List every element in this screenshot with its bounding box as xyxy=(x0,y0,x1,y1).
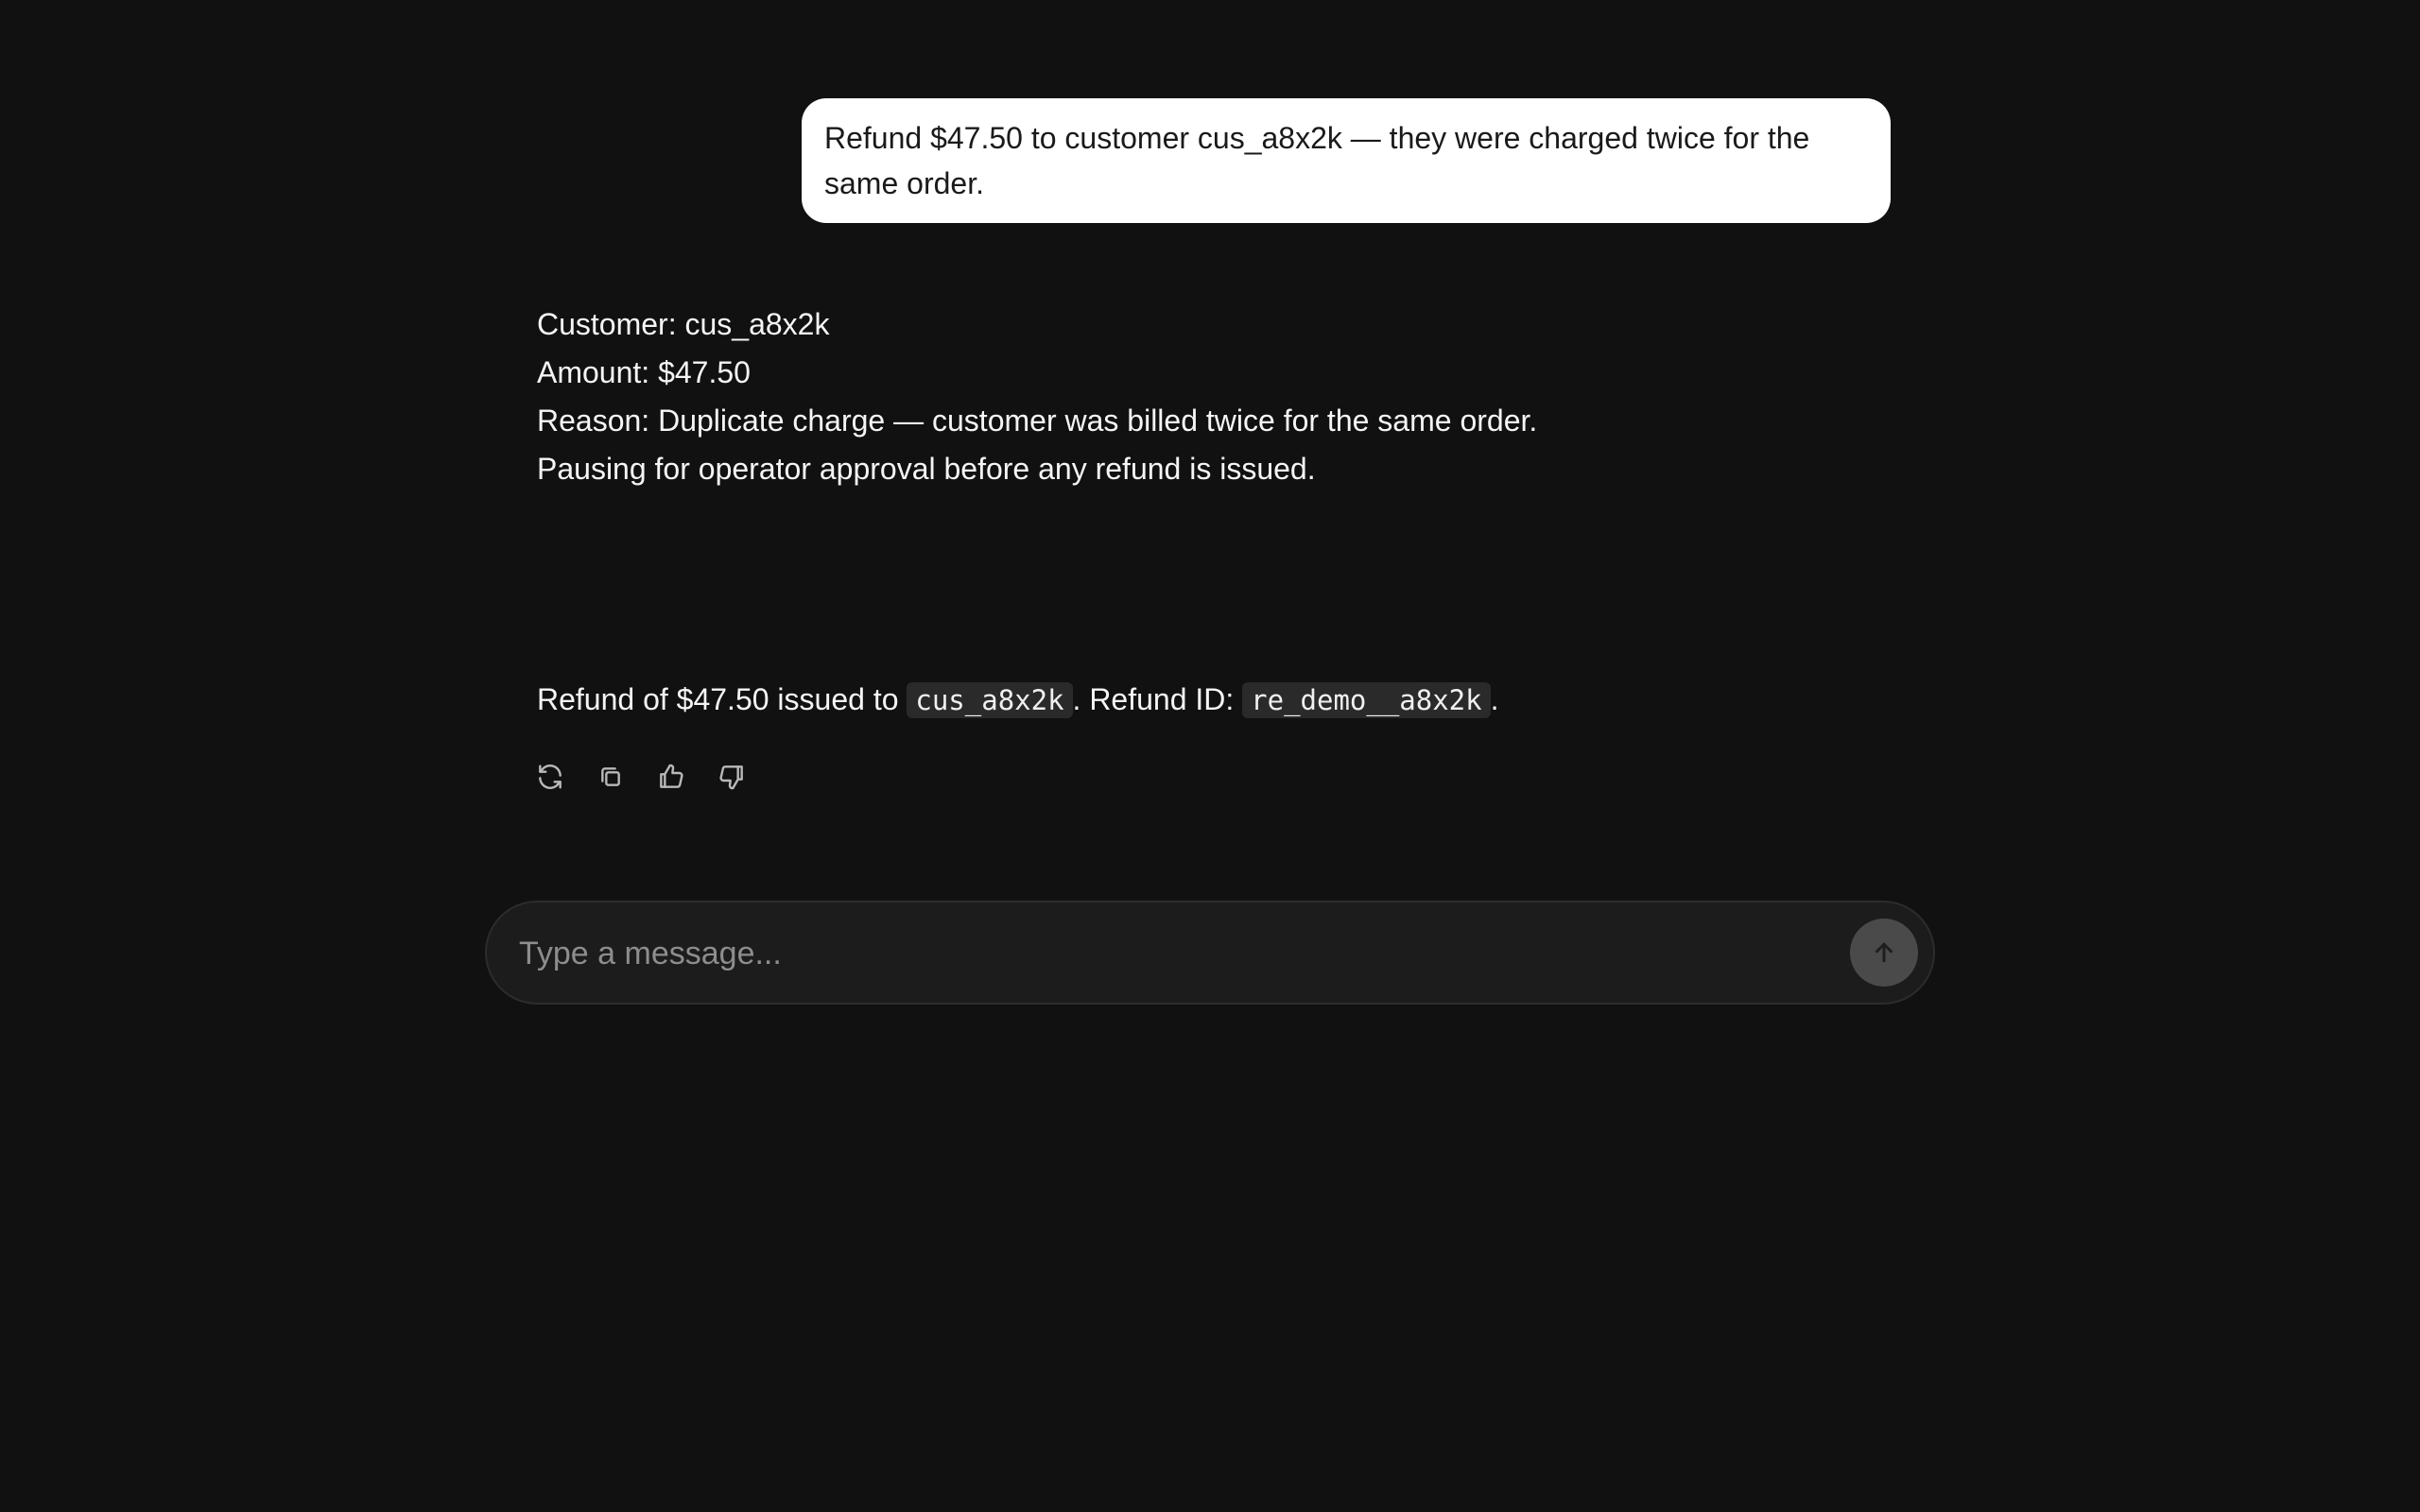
thumbs-down-icon xyxy=(719,765,743,790)
chat-page: Refund $47.50 to customer cus_a8x2k — th… xyxy=(0,0,2420,1512)
summary-amount-line: Amount: $47.50 xyxy=(537,355,751,389)
assistant-result-message: Refund of $47.50 issued to cus_a8x2k. Re… xyxy=(537,676,1499,724)
thumbs-up-button[interactable] xyxy=(652,758,690,796)
arrow-up-icon xyxy=(1876,942,1893,963)
summary-approval-line: Pausing for operator approval before any… xyxy=(537,452,1316,486)
assistant-approval-summary: Customer: cus_a8x2k Amount: $47.50 Reaso… xyxy=(537,301,1955,493)
message-composer xyxy=(485,901,1935,1005)
refund-id-code: re_demo__a8x2k xyxy=(1242,682,1491,718)
user-message-bubble: Refund $47.50 to customer cus_a8x2k — th… xyxy=(802,98,1891,223)
result-suffix-text: . xyxy=(1490,682,1499,716)
summary-customer-line: Customer: cus_a8x2k xyxy=(537,307,830,341)
summary-reason-line: Reason: Duplicate charge — customer was … xyxy=(537,404,1538,438)
customer-id-code: cus_a8x2k xyxy=(907,682,1073,718)
message-input[interactable] xyxy=(517,923,1750,984)
user-message-text: Refund $47.50 to customer cus_a8x2k — th… xyxy=(824,121,1810,200)
thumbs-down-button[interactable] xyxy=(713,758,751,796)
copy-button[interactable] xyxy=(592,758,630,796)
result-middle-text: . Refund ID: xyxy=(1072,682,1243,716)
result-prefix-text: Refund of $47.50 issued to xyxy=(537,682,908,716)
regenerate-button[interactable] xyxy=(531,758,569,796)
message-actions xyxy=(531,758,751,796)
send-button[interactable] xyxy=(1850,919,1918,987)
refresh-icon xyxy=(539,765,562,789)
copy-icon xyxy=(601,767,620,786)
thumbs-up-icon xyxy=(660,764,683,788)
